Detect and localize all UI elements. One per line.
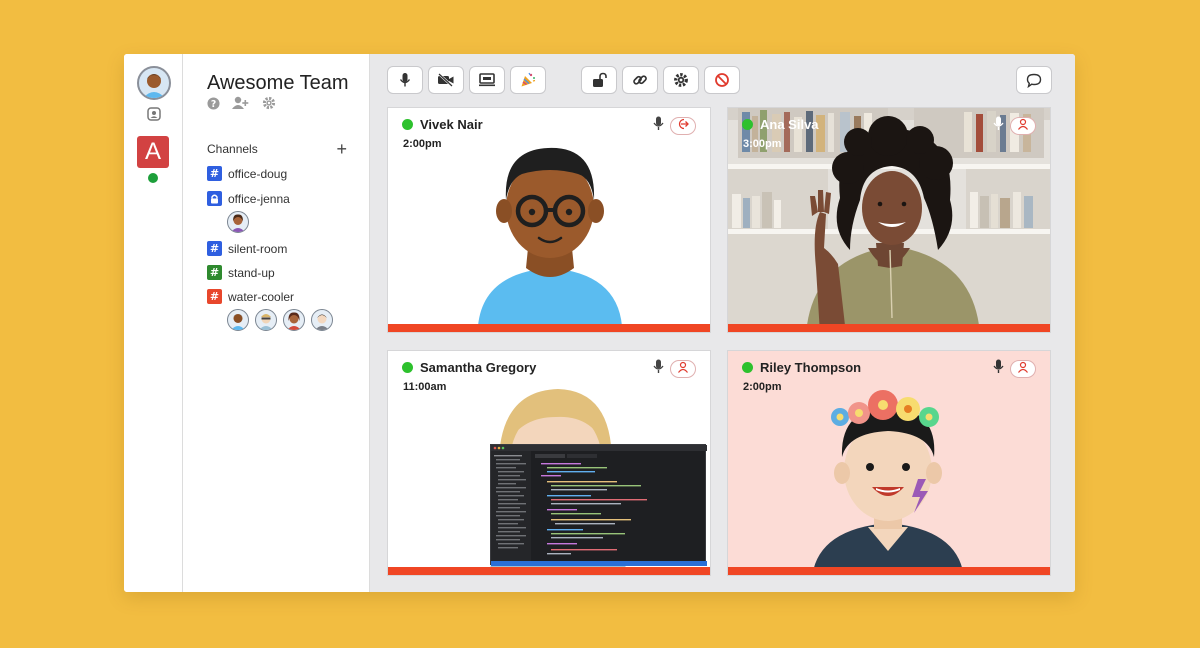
remove-participant-button[interactable] [670, 360, 696, 378]
lock-room-button[interactable] [581, 66, 617, 94]
microphone-icon[interactable] [993, 359, 1004, 379]
video-off-icon [437, 73, 455, 87]
remove-user-icon [1017, 117, 1029, 135]
settings-button[interactable] [663, 66, 699, 94]
team-badge[interactable]: A [137, 136, 169, 168]
add-channel-button[interactable]: + [336, 140, 347, 158]
participant-controls [653, 359, 696, 379]
gear-icon [673, 72, 689, 88]
channel-member-avatar[interactable] [311, 309, 333, 331]
participant-name-text: Samantha Gregory [420, 360, 537, 375]
channel-member-avatar[interactable] [227, 309, 249, 331]
participant-local-time: 2:00pm [403, 138, 442, 150]
party-popper-icon [520, 72, 536, 88]
participant-name: Riley Thompson [742, 360, 861, 375]
screen-share-icon [478, 73, 496, 87]
participant-tile[interactable]: Samantha Gregory 11:00am [387, 350, 711, 576]
channel-name: stand-up [228, 265, 275, 280]
online-status-dot [402, 119, 413, 130]
online-status-dot [402, 362, 413, 373]
participant-tile[interactable]: Vivek Nair 2:00pm [387, 107, 711, 333]
channel-item[interactable]: # stand-up [207, 265, 275, 280]
participant-local-time: 11:00am [403, 381, 447, 393]
workspace-rail: A [124, 54, 183, 592]
microphone-icon [398, 72, 412, 88]
participant-name-text: Ana Silva [760, 117, 819, 132]
exit-icon [677, 117, 689, 135]
channel-item[interactable]: office-jenna [207, 191, 290, 206]
hash-icon: # [207, 166, 222, 181]
remove-user-icon [1017, 360, 1029, 378]
channels-header: Channels + [207, 140, 347, 158]
activity-bar [388, 567, 710, 575]
participant-name: Samantha Gregory [402, 360, 536, 375]
add-user-icon[interactable] [232, 96, 250, 110]
mute-button[interactable] [387, 66, 423, 94]
activity-bar [388, 324, 710, 332]
activity-bar [728, 324, 1050, 332]
hash-icon: # [207, 289, 222, 304]
channel-member-avatar[interactable] [283, 309, 305, 331]
channel-name: water-cooler [228, 289, 295, 304]
user-avatar[interactable] [137, 66, 171, 100]
team-actions: ? [207, 96, 276, 110]
online-status-dot [148, 173, 158, 183]
camera-toggle-button[interactable] [428, 66, 464, 94]
participant-local-time: 2:00pm [743, 381, 782, 393]
online-status-dot [742, 362, 753, 373]
screen-share-button[interactable] [469, 66, 505, 94]
copy-link-button[interactable] [622, 66, 658, 94]
sidebar: Awesome Team ? Channels + # office-doug … [183, 54, 370, 592]
participant-name-text: Vivek Nair [420, 117, 483, 132]
link-icon [632, 72, 648, 88]
participant-name-text: Riley Thompson [760, 360, 862, 375]
lock-icon [207, 191, 222, 206]
team-title: Awesome Team [207, 72, 349, 94]
block-icon [714, 72, 730, 88]
participant-tile[interactable]: Ana Silva 3:00pm [727, 107, 1051, 333]
participant-tile[interactable]: Riley Thompson 2:00pm [727, 350, 1051, 576]
leave-button[interactable] [670, 117, 696, 135]
participant-controls [653, 116, 696, 136]
app-window: A Awesome Team ? Channels + # office-dou… [124, 54, 1075, 592]
participant-controls [993, 116, 1036, 136]
channel-item[interactable]: # water-cooler [207, 289, 294, 304]
hash-icon: # [207, 265, 222, 280]
channel-member-avatar[interactable] [255, 309, 277, 331]
code-editor-icon [491, 445, 707, 566]
participant-local-time: 3:00pm [743, 138, 782, 150]
participant-controls [993, 359, 1036, 379]
shared-screen[interactable] [490, 444, 707, 566]
chat-button[interactable] [1016, 66, 1052, 94]
hash-icon: # [207, 241, 222, 256]
end-call-button[interactable] [704, 66, 740, 94]
settings-icon[interactable] [262, 96, 276, 110]
remove-participant-button[interactable] [1010, 117, 1036, 135]
microphone-icon[interactable] [993, 116, 1004, 136]
channels-label: Channels [207, 142, 258, 156]
channel-name: silent-room [228, 241, 288, 256]
channel-name: office-jenna [228, 191, 290, 206]
channel-item[interactable]: # office-doug [207, 166, 287, 181]
svg-text:?: ? [211, 98, 216, 109]
channel-member-avatar[interactable] [227, 211, 249, 233]
call-area: Vivek Nair 2:00pm Ana Silva 3:00pm Saman… [370, 54, 1075, 592]
remove-participant-button[interactable] [1010, 360, 1036, 378]
chat-icon [1026, 73, 1042, 88]
channel-item[interactable]: # silent-room [207, 241, 287, 256]
online-status-dot [742, 119, 753, 130]
help-icon[interactable]: ? [207, 96, 220, 110]
remove-user-icon [677, 360, 689, 378]
unlock-icon [591, 72, 607, 88]
contacts-icon[interactable] [146, 106, 162, 122]
activity-bar [728, 567, 1050, 575]
celebrate-button[interactable] [510, 66, 546, 94]
microphone-icon[interactable] [653, 116, 664, 136]
participant-name: Vivek Nair [402, 117, 483, 132]
channel-name: office-doug [228, 166, 288, 181]
microphone-icon[interactable] [653, 359, 664, 379]
participant-name: Ana Silva [742, 117, 819, 132]
